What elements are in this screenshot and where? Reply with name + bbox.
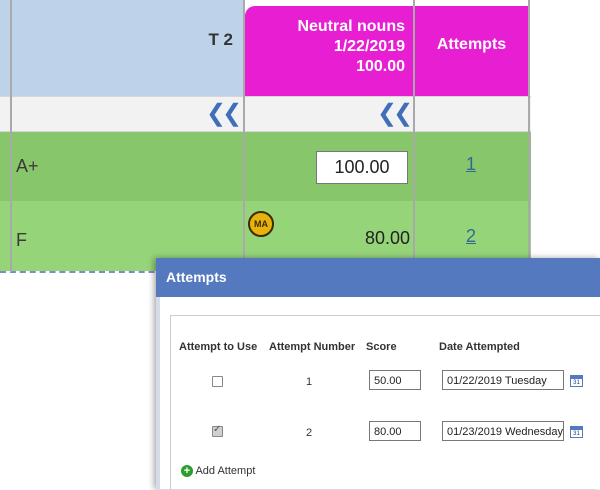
- attempts-link[interactable]: 2: [466, 226, 476, 247]
- dialog-title-bar[interactable]: Attempts: [156, 258, 600, 297]
- column-points: 100.00: [356, 58, 405, 75]
- attempts-header-label: Attempts: [436, 36, 507, 53]
- attempt-checkbox[interactable]: [212, 376, 223, 387]
- plus-icon: +: [181, 465, 193, 478]
- column-header-neutral-nouns[interactable]: Neutral nouns 1/22/2019 100.00: [245, 6, 413, 96]
- ma-badge-icon: MA: [248, 211, 274, 237]
- gradebook-grid: T 2 Neutral nouns 1/22/2019 100.00 Attem…: [0, 0, 600, 275]
- add-attempt-button[interactable]: + Add Attempt: [181, 465, 256, 478]
- add-attempt-label: Add Attempt: [195, 465, 256, 477]
- attempt-checkbox[interactable]: [212, 424, 223, 437]
- attempt-score-input[interactable]: 80.00: [369, 421, 421, 441]
- calendar-icon[interactable]: 31: [570, 375, 583, 387]
- header-gap: [528, 0, 600, 96]
- collapse-row: ❮❮ ❮❮: [0, 96, 531, 132]
- column-divider: [10, 0, 12, 272]
- collapse-left-icon[interactable]: ❮❮: [377, 99, 413, 128]
- grade-cell: F: [16, 230, 27, 250]
- column-divider: [528, 0, 530, 272]
- grade-cell: A+: [16, 156, 39, 176]
- dialog-edge: [156, 297, 160, 489]
- column-divider: [413, 0, 415, 272]
- calendar-icon[interactable]: 31: [570, 426, 583, 438]
- header-attempt-number: Attempt Number: [269, 341, 356, 353]
- attempt-number: 1: [306, 376, 313, 388]
- score-input[interactable]: 100.00: [316, 151, 408, 184]
- column-title: Neutral nouns: [297, 18, 405, 35]
- attempts-link[interactable]: 1: [466, 154, 476, 175]
- calendar-day: 31: [573, 431, 580, 437]
- header-attempt-to-use: Attempt to Use: [179, 341, 258, 353]
- dialog-title: Attempts: [166, 269, 227, 285]
- header-date-attempted: Date Attempted: [439, 341, 520, 353]
- column-header-t2: T 2: [208, 30, 233, 49]
- column-divider: [243, 0, 245, 272]
- column-header-attempts[interactable]: Attempts: [415, 6, 528, 96]
- attempt-number: 2: [306, 427, 313, 439]
- attempt-date-input[interactable]: 01/22/2019 Tuesday: [442, 370, 564, 390]
- collapse-left-icon[interactable]: ❮❮: [206, 99, 242, 128]
- header-score: Score: [366, 341, 397, 353]
- column-date: 1/22/2019: [333, 38, 405, 55]
- attempt-score-input[interactable]: 50.00: [369, 370, 421, 390]
- attempt-date-input[interactable]: 01/23/2019 Wednesday: [442, 421, 564, 441]
- table-row: A+ 100.00 1: [0, 132, 531, 201]
- calendar-day: 31: [573, 380, 580, 386]
- score-value: 80.00: [364, 228, 410, 248]
- header-cell-t2: T 2: [0, 0, 243, 96]
